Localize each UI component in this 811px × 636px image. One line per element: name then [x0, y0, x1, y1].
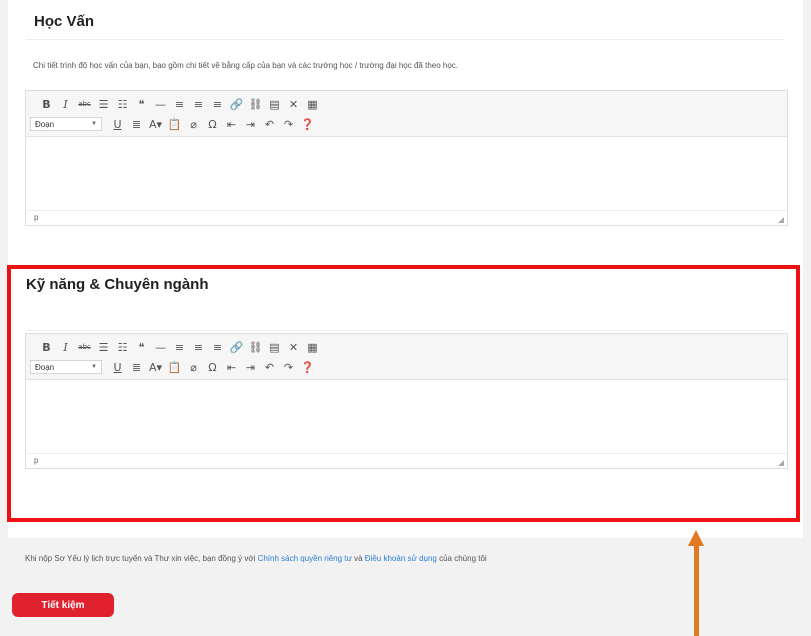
- outdent-icon[interactable]: ⇤: [222, 115, 241, 133]
- paste-text-icon[interactable]: 📋: [165, 358, 184, 376]
- align-left-icon[interactable]: ≡: [170, 338, 189, 356]
- editor-toolbar: B Iabc ☰ ☷ ❝ — ≡ ≡ ≡ 🔗 ⛓ ▤ ✕ ▦ Đoạn ▼ U ≣ A▾ 📋 ⌀ Ω ⇤ ⇥ ↶ ↷ ❓: [26, 334, 787, 380]
- align-right-icon[interactable]: ≡: [208, 338, 227, 356]
- bullet-list-icon[interactable]: ☰: [94, 338, 113, 356]
- horizontal-line-icon[interactable]: —: [151, 338, 170, 356]
- special-character-icon[interactable]: Ω: [203, 358, 222, 376]
- editor-statusbar: p: [26, 210, 787, 225]
- align-center-icon[interactable]: ≡: [189, 338, 208, 356]
- privacy-policy-link[interactable]: Chính sách quyền riêng tư: [258, 554, 352, 563]
- bullet-list-icon[interactable]: ☰: [94, 95, 113, 113]
- clear-formatting-icon[interactable]: ⌀: [184, 115, 203, 133]
- redo-icon[interactable]: ↷: [279, 115, 298, 133]
- editor-statusbar: p: [26, 453, 787, 468]
- indent-icon[interactable]: ⇥: [241, 115, 260, 133]
- consent-text: Khi nộp Sơ Yếu lý lịch trực tuyến và Thư…: [25, 554, 487, 563]
- resize-handle-icon[interactable]: [778, 217, 784, 223]
- numbered-list-icon[interactable]: ☷: [113, 95, 132, 113]
- strikethrough-icon[interactable]: abc: [75, 95, 94, 113]
- education-text-area[interactable]: [26, 137, 787, 210]
- education-editor: B Iabc ☰ ☷ ❝ — ≡ ≡ ≡ 🔗 ⛓ ▤ ✕ ▦ Đoạn ▼ U ≣ A▾ 📋 ⌀ Ω ⇤ ⇥ ↶ ↷ ❓ p: [25, 90, 788, 226]
- skills-section: Kỹ năng & Chuyên ngành B Iabc ☰ ☷ ❝ — ≡ ≡ ≡ 🔗 ⛓ ▤ ✕ ▦…: [8, 270, 803, 538]
- consent-prefix: Khi nộp Sơ Yếu lý lịch trực tuyến và Thư…: [25, 554, 258, 563]
- divider: [26, 39, 785, 40]
- help-icon[interactable]: ❓: [298, 358, 317, 376]
- clear-formatting-icon[interactable]: ⌀: [184, 358, 203, 376]
- skills-editor: B Iabc ☰ ☷ ❝ — ≡ ≡ ≡ 🔗 ⛓ ▤ ✕ ▦ Đoạn ▼ U ≣ A▾ 📋 ⌀ Ω ⇤ ⇥ ↶ ↷ ❓ p: [25, 333, 788, 469]
- terms-of-use-link[interactable]: Điều khoản sử dụng: [365, 554, 437, 563]
- horizontal-line-icon[interactable]: —: [151, 95, 170, 113]
- align-center-icon[interactable]: ≡: [189, 95, 208, 113]
- bold-icon[interactable]: B: [37, 338, 56, 356]
- blockquote-icon[interactable]: ❝: [132, 338, 151, 356]
- toolbar-row-1: B Iabc ☰ ☷ ❝ — ≡ ≡ ≡ 🔗 ⛓ ▤ ✕ ▦: [26, 94, 787, 114]
- toolbar-row-2: Đoạn ▼ U ≣ A▾ 📋 ⌀ Ω ⇤ ⇥ ↶ ↷ ❓: [26, 357, 787, 377]
- link-icon[interactable]: 🔗: [227, 338, 246, 356]
- education-title: Học Vấn: [34, 13, 95, 30]
- underline-icon[interactable]: U: [108, 115, 127, 133]
- element-path[interactable]: p: [34, 213, 38, 222]
- chevron-down-icon: ▼: [91, 121, 97, 127]
- numbered-list-icon[interactable]: ☷: [113, 338, 132, 356]
- fullscreen-icon[interactable]: ✕: [284, 338, 303, 356]
- special-character-icon[interactable]: Ω: [203, 115, 222, 133]
- arrow-shaft: [694, 544, 699, 636]
- read-more-icon[interactable]: ▤: [265, 338, 284, 356]
- justify-icon[interactable]: ≣: [127, 115, 146, 133]
- unlink-icon[interactable]: ⛓: [246, 95, 265, 113]
- bold-icon[interactable]: B: [37, 95, 56, 113]
- align-left-icon[interactable]: ≡: [170, 95, 189, 113]
- undo-icon[interactable]: ↶: [260, 115, 279, 133]
- format-select[interactable]: Đoạn ▼: [30, 360, 102, 374]
- text-color-icon[interactable]: A▾: [146, 358, 165, 376]
- underline-icon[interactable]: U: [108, 358, 127, 376]
- consent-middle: và: [351, 554, 365, 563]
- link-icon[interactable]: 🔗: [227, 95, 246, 113]
- italic-icon[interactable]: I: [56, 95, 75, 113]
- format-select-value: Đoạn: [35, 362, 55, 372]
- strikethrough-icon[interactable]: abc: [75, 338, 94, 356]
- consent-suffix: của chúng tôi: [436, 554, 487, 563]
- toolbar-row-1: B Iabc ☰ ☷ ❝ — ≡ ≡ ≡ 🔗 ⛓ ▤ ✕ ▦: [26, 337, 787, 357]
- unlink-icon[interactable]: ⛓: [246, 338, 265, 356]
- format-select[interactable]: Đoạn ▼: [30, 117, 102, 131]
- element-path[interactable]: p: [34, 456, 38, 465]
- fullscreen-icon[interactable]: ✕: [284, 95, 303, 113]
- read-more-icon[interactable]: ▤: [265, 95, 284, 113]
- divider: [26, 330, 785, 331]
- align-right-icon[interactable]: ≡: [208, 95, 227, 113]
- text-color-icon[interactable]: A▾: [146, 115, 165, 133]
- toolbar-toggle-icon[interactable]: ▦: [303, 95, 322, 113]
- chevron-down-icon: ▼: [91, 364, 97, 370]
- editor-toolbar: B Iabc ☰ ☷ ❝ — ≡ ≡ ≡ 🔗 ⛓ ▤ ✕ ▦ Đoạn ▼ U ≣ A▾ 📋 ⌀ Ω ⇤ ⇥ ↶ ↷ ❓: [26, 91, 787, 137]
- undo-icon[interactable]: ↶: [260, 358, 279, 376]
- outdent-icon[interactable]: ⇤: [222, 358, 241, 376]
- education-description: Chi tiết trình độ học vấn của bạn, bao g…: [33, 61, 459, 70]
- justify-icon[interactable]: ≣: [127, 358, 146, 376]
- indent-icon[interactable]: ⇥: [241, 358, 260, 376]
- help-icon[interactable]: ❓: [298, 115, 317, 133]
- skills-title: Kỹ năng & Chuyên ngành: [26, 276, 209, 293]
- skills-text-area[interactable]: [26, 380, 787, 453]
- save-button[interactable]: Tiết kiệm: [12, 593, 114, 617]
- toolbar-toggle-icon[interactable]: ▦: [303, 338, 322, 356]
- education-section: Học Vấn Chi tiết trình độ học vấn của bạ…: [8, 0, 803, 272]
- format-select-value: Đoạn: [35, 119, 55, 129]
- italic-icon[interactable]: I: [56, 338, 75, 356]
- redo-icon[interactable]: ↷: [279, 358, 298, 376]
- blockquote-icon[interactable]: ❝: [132, 95, 151, 113]
- paste-text-icon[interactable]: 📋: [165, 115, 184, 133]
- resize-handle-icon[interactable]: [778, 460, 784, 466]
- toolbar-row-2: Đoạn ▼ U ≣ A▾ 📋 ⌀ Ω ⇤ ⇥ ↶ ↷ ❓: [26, 114, 787, 134]
